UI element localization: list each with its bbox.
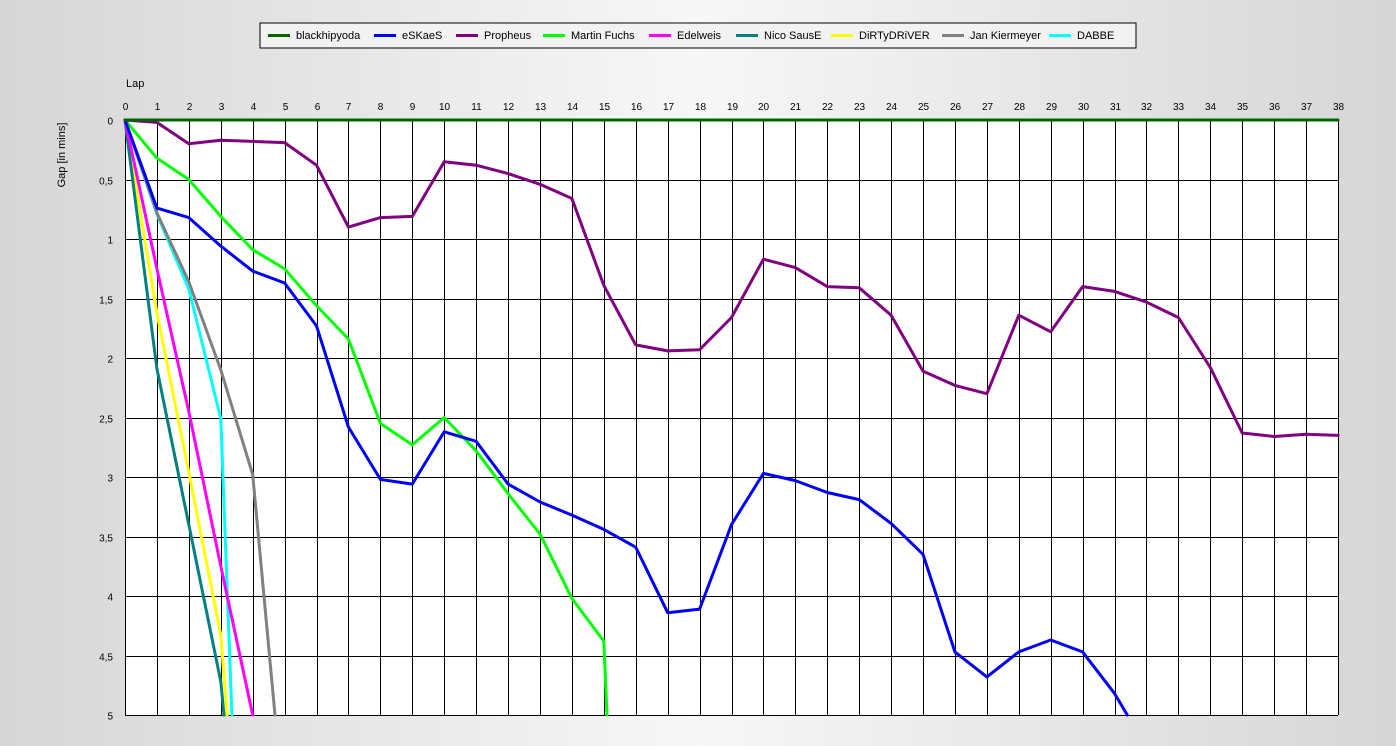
x-tick-label: 4 bbox=[251, 102, 257, 113]
x-tick-label: 24 bbox=[886, 102, 898, 113]
x-axis-title: Lap bbox=[126, 78, 144, 90]
x-tick-label: 22 bbox=[822, 102, 834, 113]
x-tick-label: 32 bbox=[1141, 102, 1153, 113]
y-tick-label: 2,5 bbox=[99, 415, 113, 426]
x-tick-label: 31 bbox=[1110, 102, 1122, 113]
x-tick-label: 3 bbox=[219, 102, 225, 113]
legend-label: Martin Fuchs bbox=[571, 30, 635, 42]
legend-label: Edelweis bbox=[677, 30, 722, 42]
y-tick-label: 1,5 bbox=[99, 296, 113, 307]
y-tick-label: 3 bbox=[107, 474, 113, 485]
x-tick-label: 10 bbox=[439, 102, 451, 113]
y-tick-label: 2 bbox=[107, 355, 113, 366]
legend-label: Propheus bbox=[484, 30, 532, 42]
legend-label: eSKaeS bbox=[402, 30, 442, 42]
x-tick-label: 34 bbox=[1205, 102, 1217, 113]
x-tick-label: 33 bbox=[1173, 102, 1185, 113]
x-tick-label: 21 bbox=[790, 102, 802, 113]
x-tick-label: 5 bbox=[283, 102, 289, 113]
legend-label: Jan Kiermeyer bbox=[970, 30, 1041, 42]
x-tick-label: 38 bbox=[1333, 102, 1345, 113]
x-tick-label: 25 bbox=[918, 102, 930, 113]
x-tick-label: 18 bbox=[695, 102, 707, 113]
x-tick-label: 15 bbox=[599, 102, 611, 113]
x-tick-label: 12 bbox=[503, 102, 515, 113]
legend-label: DABBE bbox=[1077, 30, 1114, 42]
x-tick-label: 30 bbox=[1078, 102, 1090, 113]
x-tick-label: 16 bbox=[631, 102, 643, 113]
x-tick-label: 14 bbox=[567, 102, 579, 113]
x-tick-label: 36 bbox=[1269, 102, 1281, 113]
y-tick-label: 1 bbox=[107, 236, 113, 247]
y-axis-title: Gap [in mins] bbox=[56, 123, 68, 188]
x-tick-label: 28 bbox=[1014, 102, 1026, 113]
y-tick-label: 4,5 bbox=[99, 653, 113, 664]
plot-area bbox=[123, 118, 1340, 717]
x-tick-label: 29 bbox=[1046, 102, 1058, 113]
legend-label: DiRTyDRiVER bbox=[859, 30, 930, 42]
legend-label: blackhipyoda bbox=[296, 30, 361, 42]
x-tick-label: 7 bbox=[346, 102, 352, 113]
x-tick-label: 8 bbox=[378, 102, 384, 113]
x-tick-label: 23 bbox=[854, 102, 866, 113]
x-tick-label: 6 bbox=[315, 102, 321, 113]
x-tick-label: 37 bbox=[1301, 102, 1313, 113]
x-tick-label: 1 bbox=[155, 102, 161, 113]
x-tick-label: 9 bbox=[410, 102, 416, 113]
x-tick-label: 13 bbox=[535, 102, 547, 113]
y-tick-label: 3,5 bbox=[99, 534, 113, 545]
x-tick-label: 20 bbox=[758, 102, 770, 113]
plot-background bbox=[125, 120, 1338, 715]
x-tick-label: 27 bbox=[982, 102, 994, 113]
legend-label: Nico SausE bbox=[764, 30, 821, 42]
x-tick-label: 35 bbox=[1237, 102, 1249, 113]
x-tick-label: 0 bbox=[123, 102, 129, 113]
y-tick-label: 5 bbox=[107, 712, 113, 723]
y-tick-label: 0,5 bbox=[99, 177, 113, 188]
gap-chart: blackhipyoda eSKaeS Propheus Martin Fuchs Ed… bbox=[56, 22, 1345, 723]
x-tick-label: 26 bbox=[950, 102, 962, 113]
x-tick-label: 17 bbox=[663, 102, 675, 113]
x-tick-label: 11 bbox=[471, 102, 482, 113]
legend: blackhipyoda eSKaeS Propheus Martin Fuchs Ed… bbox=[259, 22, 1137, 49]
x-tick-label: 19 bbox=[727, 102, 739, 113]
x-tick-label: 2 bbox=[187, 102, 193, 113]
y-tick-label: 4 bbox=[107, 593, 113, 604]
y-tick-label: 0 bbox=[107, 117, 113, 128]
